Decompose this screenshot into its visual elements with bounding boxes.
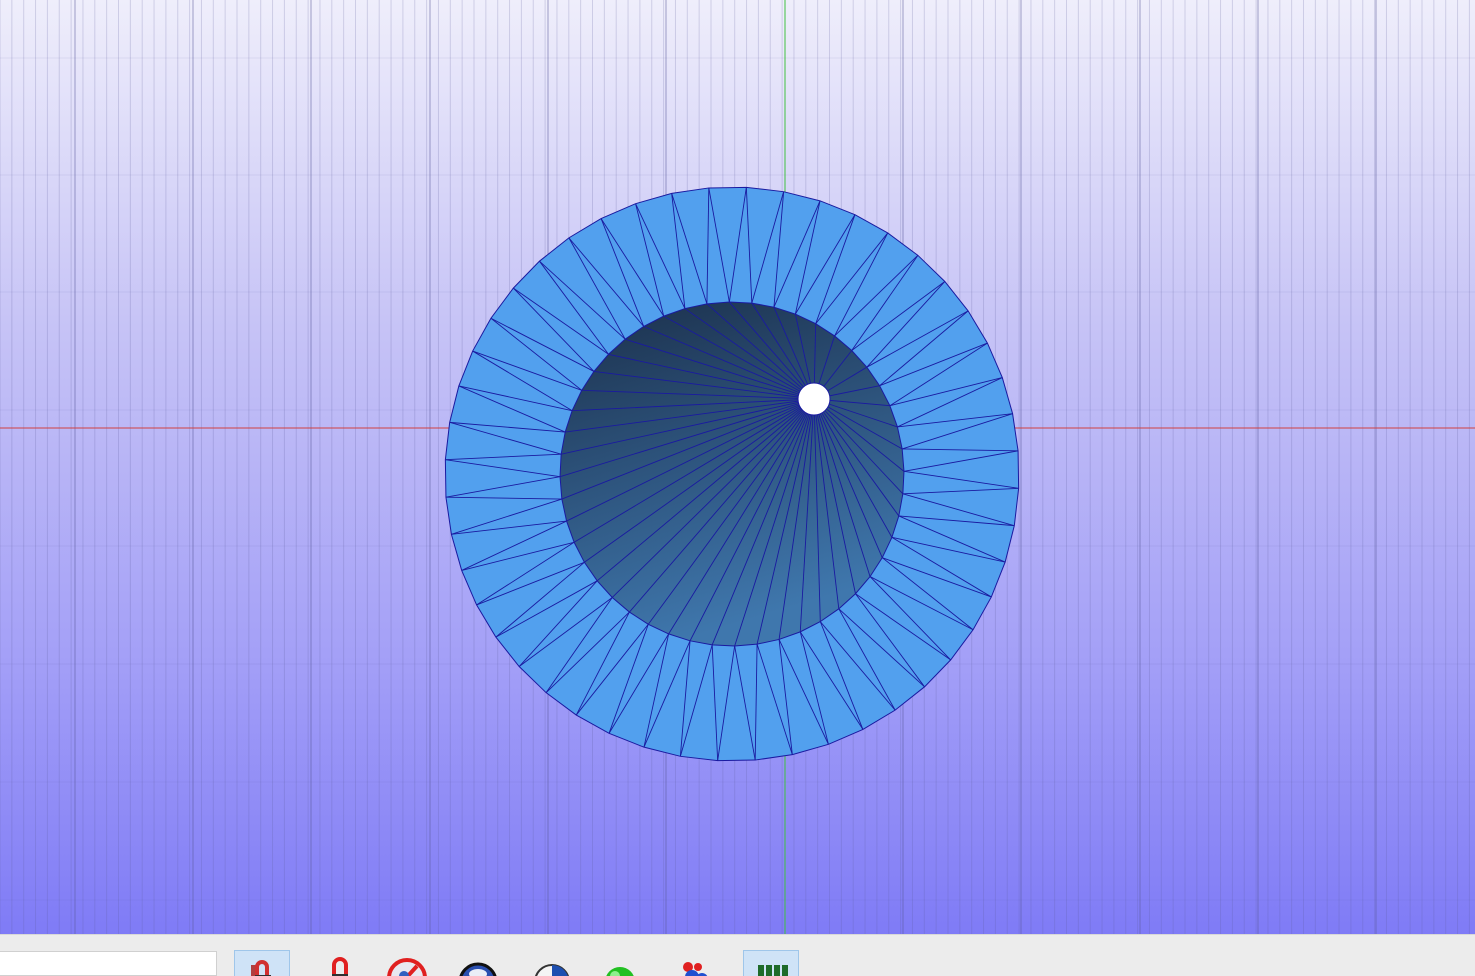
apex-hole [797,382,831,416]
green-sphere-icon [606,967,634,976]
grid-icon [758,965,788,976]
search-input[interactable] [0,951,217,976]
magnet-tool-button[interactable] [234,950,290,976]
magnet-icon [251,960,271,976]
no-snap-button[interactable] [380,950,436,976]
globe-icon [459,962,497,976]
half-sphere-button[interactable] [522,950,578,976]
grid-toggle-button[interactable] [743,950,799,976]
snap-magnet-button[interactable] [312,950,368,976]
green-sphere-button[interactable] [592,950,648,976]
no-entry-icon [387,958,427,976]
particles-button[interactable] [666,950,722,976]
3d-viewport[interactable] [0,0,1475,934]
mesh-model[interactable] [0,0,1475,934]
particles-icon [683,962,708,976]
half-sphere-icon [535,964,569,976]
red-magnet-icon [332,957,348,976]
bottom-toolbar [0,934,1475,976]
view-sphere-button[interactable] [450,950,506,976]
